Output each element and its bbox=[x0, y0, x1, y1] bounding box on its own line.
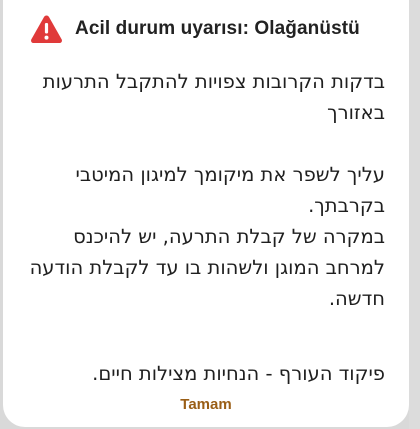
alert-message-line: עליך לשפר את מיקומך למיגון המיטבי בקרבתך… bbox=[75, 163, 386, 217]
ok-button[interactable]: Tamam bbox=[3, 394, 409, 415]
alert-message-line: פיקוד העורף - הנחיות מצילות חיים. bbox=[92, 362, 385, 385]
warning-triangle-icon bbox=[31, 15, 62, 43]
alert-message-line: בדקות הקרובות צפויות להתקבל התרעות באזור… bbox=[42, 70, 385, 124]
dialog-header: Acil durum uyarısı: Olağanüstü bbox=[30, 12, 360, 46]
screen-edge bbox=[409, 0, 420, 429]
alert-message: בדקות הקרובות צפויות להתקבל התרעות באזור… bbox=[27, 66, 385, 389]
dialog-title: Acil durum uyarısı: Olağanüstü bbox=[75, 18, 360, 39]
alert-message-line: במקרה של קבלת התרעה, יש להיכנס למרחב המו… bbox=[29, 225, 385, 310]
emergency-alert-dialog: Acil durum uyarısı: Olağanüstü בדקות הקר… bbox=[3, 0, 409, 427]
